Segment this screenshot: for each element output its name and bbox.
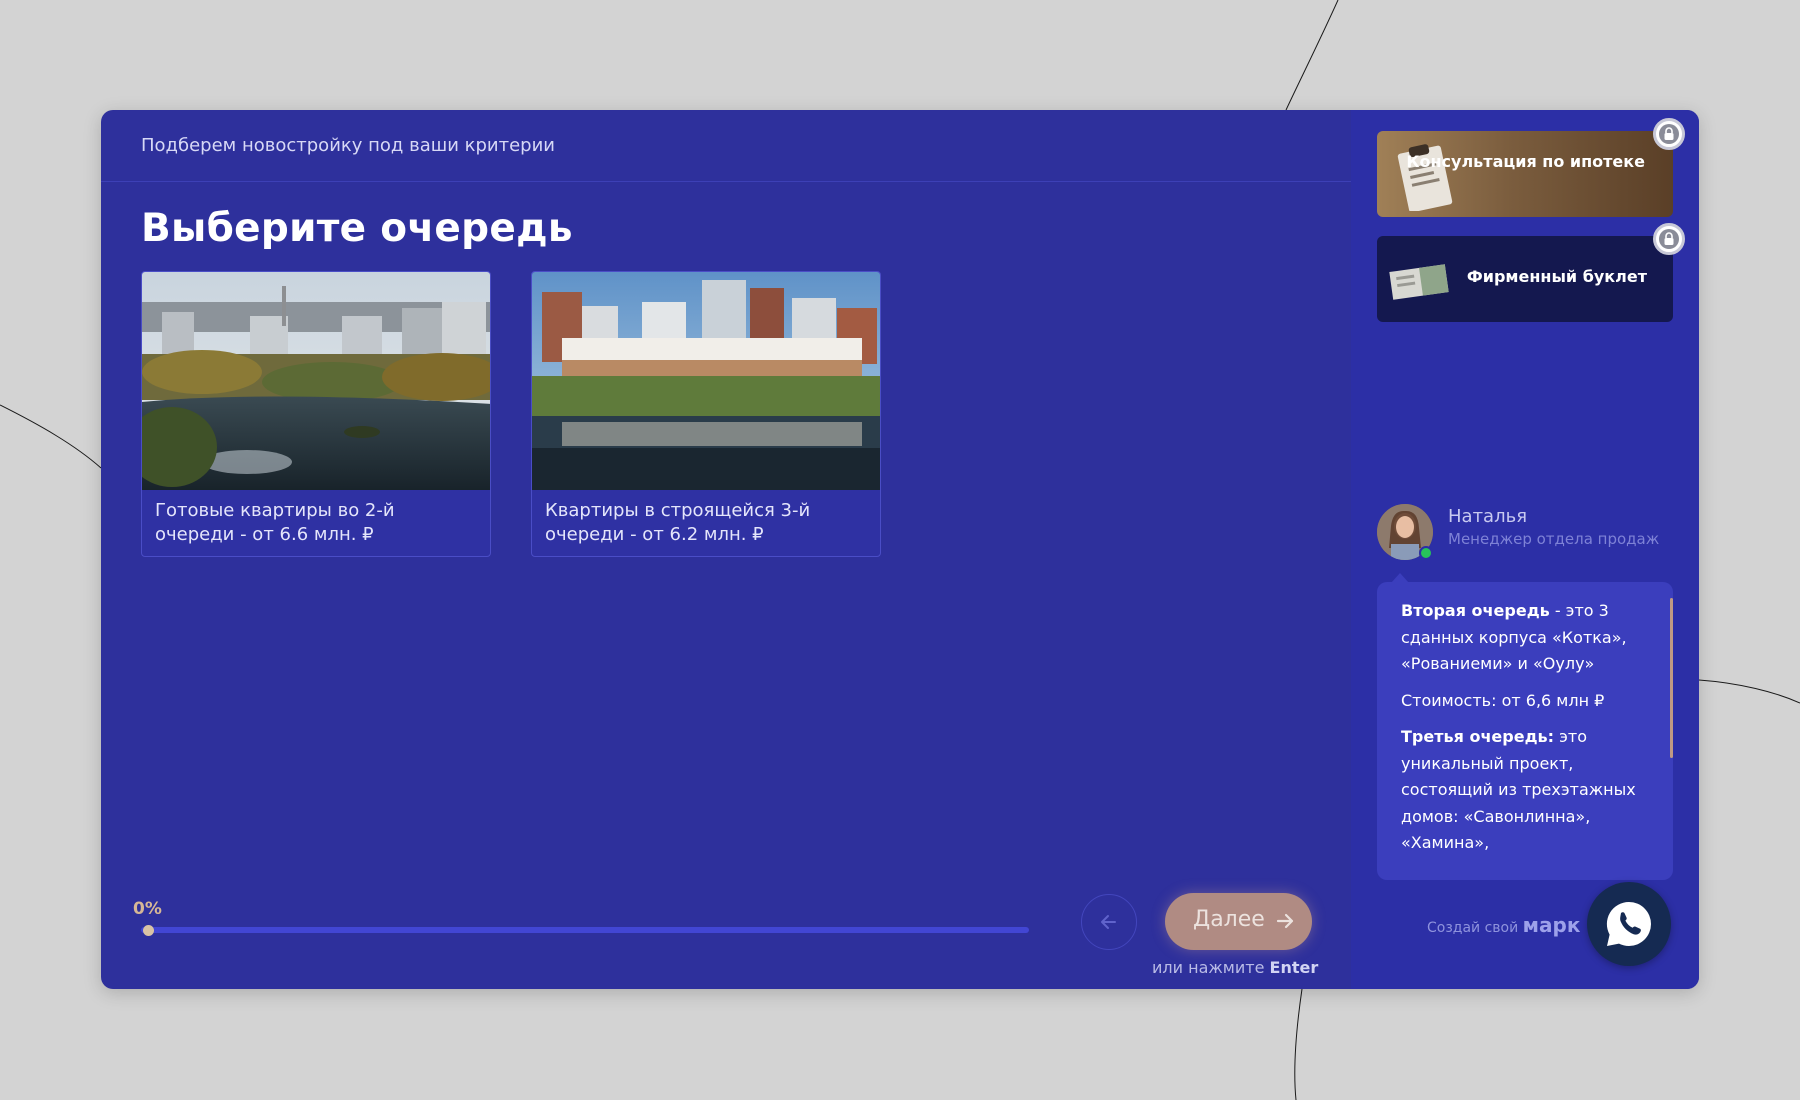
progress-bar bbox=[141, 927, 1029, 933]
message-bold: Вторая очередь bbox=[1401, 601, 1550, 620]
next-button[interactable]: Далее bbox=[1165, 893, 1312, 950]
brand-link[interactable]: Создай свой марк bbox=[1427, 913, 1580, 937]
message-text: Вторая очередь - это 3 сданных корпуса «… bbox=[1401, 598, 1653, 867]
whatsapp-button[interactable] bbox=[1587, 882, 1671, 966]
option-card-queue-2[interactable]: Готовые квартиры во 2-й очереди - от 6.6… bbox=[141, 271, 491, 557]
online-status-indicator bbox=[1419, 546, 1433, 560]
lock-icon bbox=[1659, 229, 1679, 249]
progress-indicator bbox=[143, 925, 154, 936]
arrow-right-icon bbox=[1276, 913, 1294, 929]
bonus-mortgage-consultation[interactable]: Консультация по ипотеке bbox=[1377, 118, 1685, 217]
manager-message[interactable]: Вторая очередь - это 3 сданных корпуса «… bbox=[1377, 582, 1673, 880]
option-label: Готовые квартиры во 2-й очереди - от 6.6… bbox=[155, 500, 395, 545]
quiz-sidebar: Консультация по ипотеке Фирменный буклет bbox=[1351, 110, 1699, 989]
lock-badge bbox=[1653, 118, 1685, 150]
quiz-window: Подберем новостройку под ваши критерии В… bbox=[101, 110, 1699, 989]
whatsapp-icon bbox=[1606, 901, 1651, 946]
question-title: Выберите очередь bbox=[141, 206, 573, 251]
quiz-main-pane: Подберем новостройку под ваши критерии В… bbox=[101, 110, 1351, 989]
next-button-label: Далее bbox=[1193, 907, 1265, 932]
lock-badge bbox=[1653, 223, 1685, 255]
manager-role: Менеджер отдела продаж bbox=[1448, 530, 1660, 548]
option-image-new-buildings bbox=[532, 272, 880, 490]
option-label: Квартиры в строящейся 3-й очереди - от 6… bbox=[545, 500, 811, 545]
back-button[interactable] bbox=[1081, 894, 1137, 950]
keyboard-hint: или нажмите Enter bbox=[1152, 958, 1318, 977]
message-bold: Третья очередь: bbox=[1401, 727, 1555, 746]
message-price: Стоимость: от 6,6 млн ₽ bbox=[1401, 690, 1605, 710]
lock-icon bbox=[1659, 124, 1679, 144]
bonus-brand-booklet[interactable]: Фирменный буклет bbox=[1377, 223, 1685, 322]
progress-percent: 0% bbox=[133, 899, 162, 919]
bonus-title: Консультация по ипотеке bbox=[1406, 152, 1645, 171]
booklet-icon bbox=[1389, 264, 1449, 300]
brand-name: марк bbox=[1522, 913, 1581, 937]
option-image-lake-district bbox=[142, 272, 490, 490]
brand-prefix: Создай свой bbox=[1427, 920, 1519, 936]
manager-name: Наталья bbox=[1448, 506, 1528, 527]
message-scrollbar[interactable] bbox=[1670, 598, 1673, 758]
quiz-subtitle: Подберем новостройку под ваши критерии bbox=[141, 135, 555, 156]
keyboard-hint-text: или нажмите bbox=[1152, 958, 1265, 977]
bonus-title: Фирменный буклет bbox=[1466, 267, 1647, 286]
option-card-queue-3[interactable]: Квартиры в строящейся 3-й очереди - от 6… bbox=[531, 271, 881, 557]
arrow-left-icon bbox=[1101, 915, 1116, 929]
keyboard-hint-key: Enter bbox=[1269, 958, 1319, 977]
quiz-header: Подберем новостройку под ваши критерии bbox=[101, 110, 1351, 182]
